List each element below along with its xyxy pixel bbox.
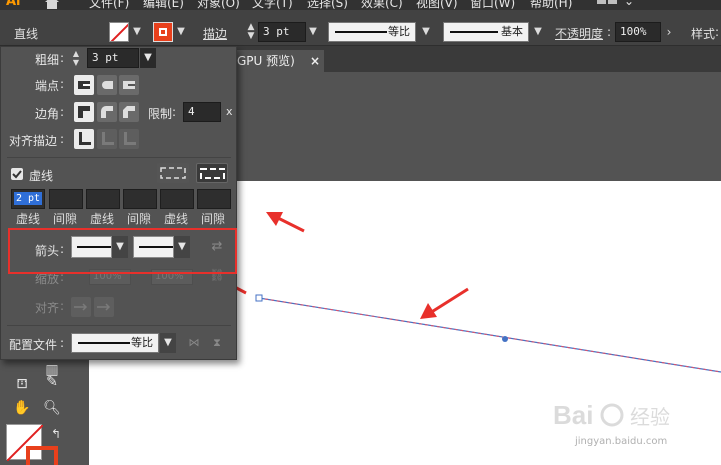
flip-across-icon: ⧗ <box>213 336 221 349</box>
arrow-extend-icon <box>71 297 91 317</box>
slice-tool-icon[interactable]: ✎ <box>42 372 62 392</box>
dash-2-label: 虚线 <box>89 212 114 226</box>
watermark-brand: Bai <box>553 400 593 430</box>
stroke-panel: 粗细 : ▲ ▼ 3 pt ▼ 端点 : 边角 : 限制 : 4 x 对齐描边 : <box>0 46 237 360</box>
dash-3-label: 虚线 <box>163 212 188 226</box>
gap-2-input[interactable] <box>123 189 157 209</box>
dash-align-corners-icon[interactable] <box>196 163 228 183</box>
baidu-watermark-logo: Bai 经验 <box>553 400 670 430</box>
profile-label: 配置文件 <box>9 338 58 352</box>
round-cap-icon[interactable] <box>97 75 117 95</box>
corner-label: 边角 <box>35 107 60 121</box>
gap-3-input[interactable] <box>197 189 231 209</box>
dash-1-label: 虚线 <box>15 212 40 226</box>
dash-preserve-icon[interactable] <box>157 163 189 183</box>
align-outside-icon <box>119 129 139 149</box>
align-center-icon[interactable] <box>74 129 94 149</box>
gap-1-input[interactable] <box>49 189 83 209</box>
watermark-brand2: 经验 <box>630 405 670 429</box>
gap-3-label: 间隙 <box>200 212 225 226</box>
profile-chevron-icon[interactable]: ▼ <box>160 333 176 353</box>
gap-1-label: 间隙 <box>52 212 77 226</box>
projecting-cap-icon[interactable] <box>119 75 139 95</box>
weight-input[interactable]: 3 pt <box>87 48 139 68</box>
dashed-line-checkbox[interactable] <box>11 168 23 180</box>
paw-icon <box>600 403 624 427</box>
annotation-arrow-1 <box>266 212 305 233</box>
limit-unit: x <box>226 105 233 118</box>
profile-line-icon <box>78 342 130 344</box>
dash-2-input[interactable] <box>86 189 120 209</box>
miter-limit-input[interactable]: 4 <box>183 102 221 122</box>
swap-colors-icon[interactable]: ↰ <box>46 424 66 444</box>
panel-divider-2 <box>7 325 231 326</box>
flip-along-icon: ⋈ <box>188 336 200 349</box>
dashed-line-label[interactable]: 虚线 <box>29 167 53 184</box>
artboard-tool-icon[interactable]: ⊡ <box>12 374 32 394</box>
weight-stepper-icon[interactable]: ▲ ▼ <box>69 49 83 67</box>
bevel-join-icon[interactable] <box>119 102 139 122</box>
align-inside-icon <box>97 129 117 149</box>
align-stroke-label: 对齐描边 <box>9 134 58 148</box>
align-arrow-label: 对齐 <box>35 301 60 315</box>
dash-1-input[interactable]: 2 pt <box>11 189 45 209</box>
weight-label: 粗细 <box>35 53 60 67</box>
round-join-icon[interactable] <box>97 102 117 122</box>
miter-join-icon[interactable] <box>74 102 94 122</box>
annotation-arrow-2 <box>420 287 469 319</box>
zoom-tool-icon[interactable]: 🔍︎ <box>42 398 62 418</box>
cap-label: 端点 <box>35 79 60 93</box>
gap-2-label: 间隙 <box>126 212 151 226</box>
watermark-url: jingyan.baidu.com <box>574 436 667 447</box>
checkmark-icon <box>12 170 22 179</box>
limit-label: 限制 <box>148 107 173 121</box>
highlight-box <box>8 228 237 274</box>
path-center-point[interactable] <box>502 336 508 342</box>
anchor-point-start[interactable] <box>255 294 263 302</box>
arrow-place-icon <box>94 297 114 317</box>
profile-dropdown[interactable]: 等比 <box>71 333 159 353</box>
panel-divider <box>7 157 231 158</box>
hand-tool-icon[interactable]: ✋ <box>12 398 32 418</box>
dash-3-input[interactable] <box>160 189 194 209</box>
profile-value: 等比 <box>131 336 153 349</box>
stroke-color-box[interactable] <box>26 446 58 465</box>
butt-cap-icon[interactable] <box>74 75 94 95</box>
weight-dropdown-chevron-icon[interactable]: ▼ <box>140 48 156 68</box>
